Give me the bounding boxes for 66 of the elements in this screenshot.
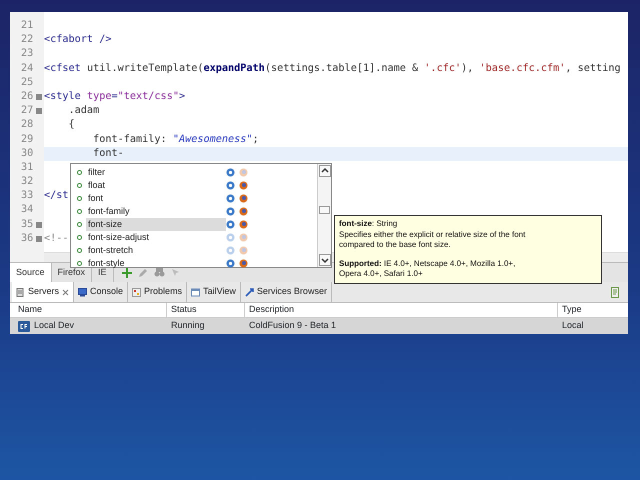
tail-icon (191, 288, 200, 296)
fold-icon[interactable] (36, 236, 42, 242)
code-line: font-family: "Awesomeness"; (92, 132, 259, 146)
suggestion-item[interactable]: font-family (71, 205, 317, 218)
suggestion-item[interactable]: font-size-adjust (71, 231, 317, 244)
fold-icon[interactable] (36, 94, 42, 100)
line-number: 26 (21, 90, 34, 104)
line-number: 32 (21, 175, 34, 190)
line-number: 25 (21, 76, 34, 90)
line-number: 21 (21, 19, 34, 33)
panel-tab[interactable]: Console (74, 282, 128, 302)
document-icon[interactable] (611, 286, 620, 298)
scroll-up-icon[interactable] (319, 165, 331, 177)
panel-tab[interactable]: Problems (128, 282, 188, 302)
code-line: <cfset util.writeTemplate(expandPath(settings.table[1].name & '.cfc'), 'base.cfc.cfm', setting (44, 62, 621, 76)
editor-tab[interactable]: Source (10, 263, 52, 282)
code-line: .adam (68, 104, 100, 118)
suggestion-item[interactable]: font-stretch (71, 244, 317, 257)
suggestion-item[interactable]: float (71, 179, 317, 192)
scroll-thumb[interactable] (319, 206, 330, 214)
column-header: Description (244, 303, 557, 317)
plus-icon[interactable] (122, 268, 132, 278)
code-line: <cfabort /> (44, 33, 112, 48)
tooltip-heading: font-size: String (339, 219, 398, 230)
column-header: Status (166, 303, 244, 317)
line-number: 35 (21, 218, 34, 232)
panel-tab[interactable]: TailView (187, 282, 241, 302)
code-line: font- (92, 146, 124, 161)
fold-icon[interactable] (36, 222, 42, 228)
column-header: Name (17, 303, 44, 316)
scroll-down-icon[interactable] (319, 254, 331, 266)
line-number: 33 (21, 189, 34, 204)
line-number: 28 (21, 118, 34, 132)
table-cell-text: Local Dev (34, 319, 74, 332)
problems-icon (132, 288, 142, 296)
table-cell-text: ColdFusion 9 - Beta 1 (248, 319, 338, 332)
table-cell-text: Local (561, 319, 585, 332)
suggestion-item[interactable]: font (71, 192, 317, 205)
code-line: </st (44, 189, 69, 204)
binoculars-icon[interactable] (154, 268, 165, 277)
line-number: 22 (21, 33, 34, 48)
line-number: 29 (21, 132, 34, 146)
code-line: { (68, 118, 75, 132)
server-icon (18, 320, 30, 332)
servers-icon (16, 288, 25, 296)
line-number: 23 (21, 47, 34, 62)
tooltip-description: Specifies either the explicit or relative size of the font compared to the base font size. (339, 230, 526, 250)
table-cell-text: Running (170, 319, 206, 332)
fold-icon[interactable] (36, 108, 42, 114)
vertical-scrollbar[interactable] (317, 164, 331, 267)
panel-tab[interactable]: Servers (12, 282, 74, 302)
line-number: 24 (21, 62, 34, 76)
line-number: 27 (21, 104, 34, 118)
panel-tab[interactable]: Services Browser (240, 282, 332, 302)
close-icon[interactable] (62, 288, 70, 296)
line-number: 30 (21, 146, 34, 161)
code-line: <style type="text/css"> (44, 90, 186, 104)
column-header: Type (557, 303, 628, 317)
line-number: 34 (21, 203, 34, 218)
line-number: 36 (21, 232, 34, 246)
tooltip-support: Supported: IE 4.0+, Netscape 4.0+, Mozilla 1.0+, Opera 4.0+, Safari 1.0+ (339, 258, 516, 280)
services-icon (244, 288, 254, 296)
line-number: 31 (21, 160, 34, 175)
code-line: <!-- (44, 232, 69, 246)
console-icon (78, 288, 88, 296)
suggestion-item[interactable]: filter (71, 166, 317, 179)
